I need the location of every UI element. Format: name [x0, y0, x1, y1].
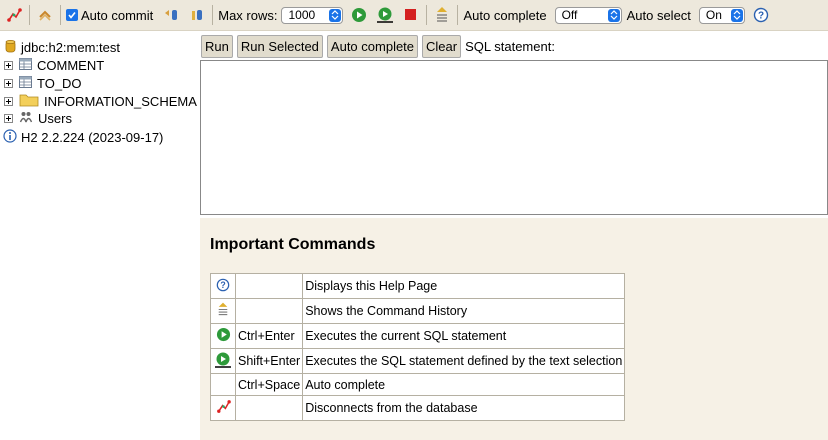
toolbar-divider: [29, 5, 30, 25]
result-panel: Important Commands ? Displays this Help …: [200, 218, 828, 440]
max-rows-label: Max rows:: [218, 7, 278, 23]
important-commands-heading: Important Commands: [210, 236, 376, 253]
table-row: Shift+Enter Executes the SQL statement d…: [210, 348, 626, 374]
chevron-updown-icon: [607, 8, 620, 22]
object-tree: jdbc:h2:mem:test COMMENT TO_DO INFORMATI…: [0, 32, 198, 440]
table-row: Disconnects from the database: [210, 395, 626, 421]
rollback-icon[interactable]: [161, 5, 181, 25]
table-icon: [19, 57, 32, 73]
toolbar-divider: [212, 5, 214, 25]
command-description: Executes the SQL statement defined by th…: [302, 348, 626, 374]
max-rows-select[interactable]: 1000: [281, 6, 344, 24]
command-key: [234, 395, 304, 421]
chevron-updown-icon: [329, 8, 342, 22]
expand-icon[interactable]: [4, 96, 13, 106]
clear-button[interactable]: Clear: [422, 34, 462, 58]
run-selected-button[interactable]: Run Selected: [236, 34, 323, 58]
max-rows-value: 1000: [288, 8, 316, 22]
tree-connection-label: jdbc:h2:mem:test: [21, 39, 120, 55]
auto-complete-select[interactable]: Off: [554, 6, 622, 24]
toolbar-divider: [426, 5, 428, 25]
table-row: ? Displays this Help Page: [210, 273, 626, 299]
table-row: Shows the Command History: [210, 298, 626, 324]
refresh-icon[interactable]: [35, 5, 55, 25]
tree-item-label: TO_DO: [37, 75, 82, 91]
disconnect-icon[interactable]: [4, 5, 24, 25]
toolbar-divider: [60, 5, 61, 25]
command-key: [234, 298, 304, 324]
commands-table: ? Displays this Help Page Shows the Comm…: [210, 273, 626, 421]
svg-text:?: ?: [220, 280, 225, 290]
toolbar: Auto commit Max rows: 1000 Auto complete…: [0, 0, 828, 31]
command-description: Shows the Command History: [302, 298, 626, 324]
database-icon: [5, 39, 16, 56]
run-button[interactable]: Run: [201, 34, 233, 58]
svg-text:?: ?: [758, 11, 764, 22]
sql-statement-label: SQL statement:: [465, 38, 555, 54]
run-selected-icon: [210, 348, 236, 374]
expand-icon[interactable]: [4, 60, 13, 70]
tree-item-comment[interactable]: COMMENT: [0, 56, 104, 74]
commit-icon[interactable]: [187, 5, 207, 25]
tree-item-label: COMMENT: [37, 57, 105, 73]
command-key: Ctrl+Enter: [234, 323, 304, 349]
command-key: Shift+Enter: [234, 348, 304, 374]
run-icon[interactable]: [349, 5, 369, 25]
run-selected-icon[interactable]: [375, 5, 395, 25]
command-description: Executes the current SQL statement: [302, 323, 626, 349]
history-icon[interactable]: [432, 5, 452, 25]
auto-complete-value: Off: [561, 8, 578, 22]
auto-select-value: On: [705, 8, 722, 22]
version-label: H2 2.2.224 (2023-09-17): [21, 129, 164, 145]
auto-complete-label: Auto complete: [463, 7, 547, 23]
tree-item-label: Users: [38, 110, 72, 126]
empty-icon-cell: [210, 373, 236, 396]
auto-select-select[interactable]: On: [698, 6, 745, 24]
table-row: Ctrl+Enter Executes the current SQL stat…: [210, 323, 626, 349]
toolbar-divider: [457, 5, 459, 25]
auto-complete-button[interactable]: Auto complete: [326, 34, 419, 58]
table-icon: [19, 75, 32, 91]
folder-icon: [19, 93, 39, 110]
expand-icon[interactable]: [4, 113, 13, 123]
chevron-updown-icon: [730, 8, 743, 22]
tree-item-label: INFORMATION_SCHEMA: [44, 93, 197, 109]
history-icon: [210, 298, 236, 324]
disconnect-icon: [210, 395, 236, 421]
tree-version: H2 2.2.224 (2023-09-17): [0, 128, 163, 146]
help-icon: ?: [210, 273, 236, 299]
users-icon: [19, 110, 33, 127]
auto-commit-checkbox[interactable]: [66, 9, 78, 21]
tree-item-todo[interactable]: TO_DO: [0, 74, 82, 92]
auto-commit-label: Auto commit: [81, 7, 154, 23]
command-description: Displays this Help Page: [302, 273, 626, 299]
help-icon[interactable]: ?: [751, 5, 771, 25]
command-key: Ctrl+Space: [234, 373, 304, 396]
command-key: [234, 273, 304, 299]
tree-item-users[interactable]: Users: [0, 109, 72, 127]
tree-item-information-schema[interactable]: INFORMATION_SCHEMA: [0, 92, 197, 110]
command-description: Auto complete: [302, 373, 626, 396]
run-icon: [210, 323, 236, 349]
query-toolbar: Run Run Selected Auto complete Clear SQL…: [200, 32, 828, 60]
stop-icon[interactable]: [401, 5, 421, 25]
table-row: Ctrl+Space Auto complete: [210, 373, 626, 396]
sql-editor[interactable]: [200, 60, 828, 215]
auto-select-label: Auto select: [626, 7, 691, 23]
info-icon: [3, 128, 17, 146]
tree-connection[interactable]: jdbc:h2:mem:test: [0, 38, 120, 56]
command-description: Disconnects from the database: [302, 395, 626, 421]
expand-icon[interactable]: [4, 78, 13, 88]
